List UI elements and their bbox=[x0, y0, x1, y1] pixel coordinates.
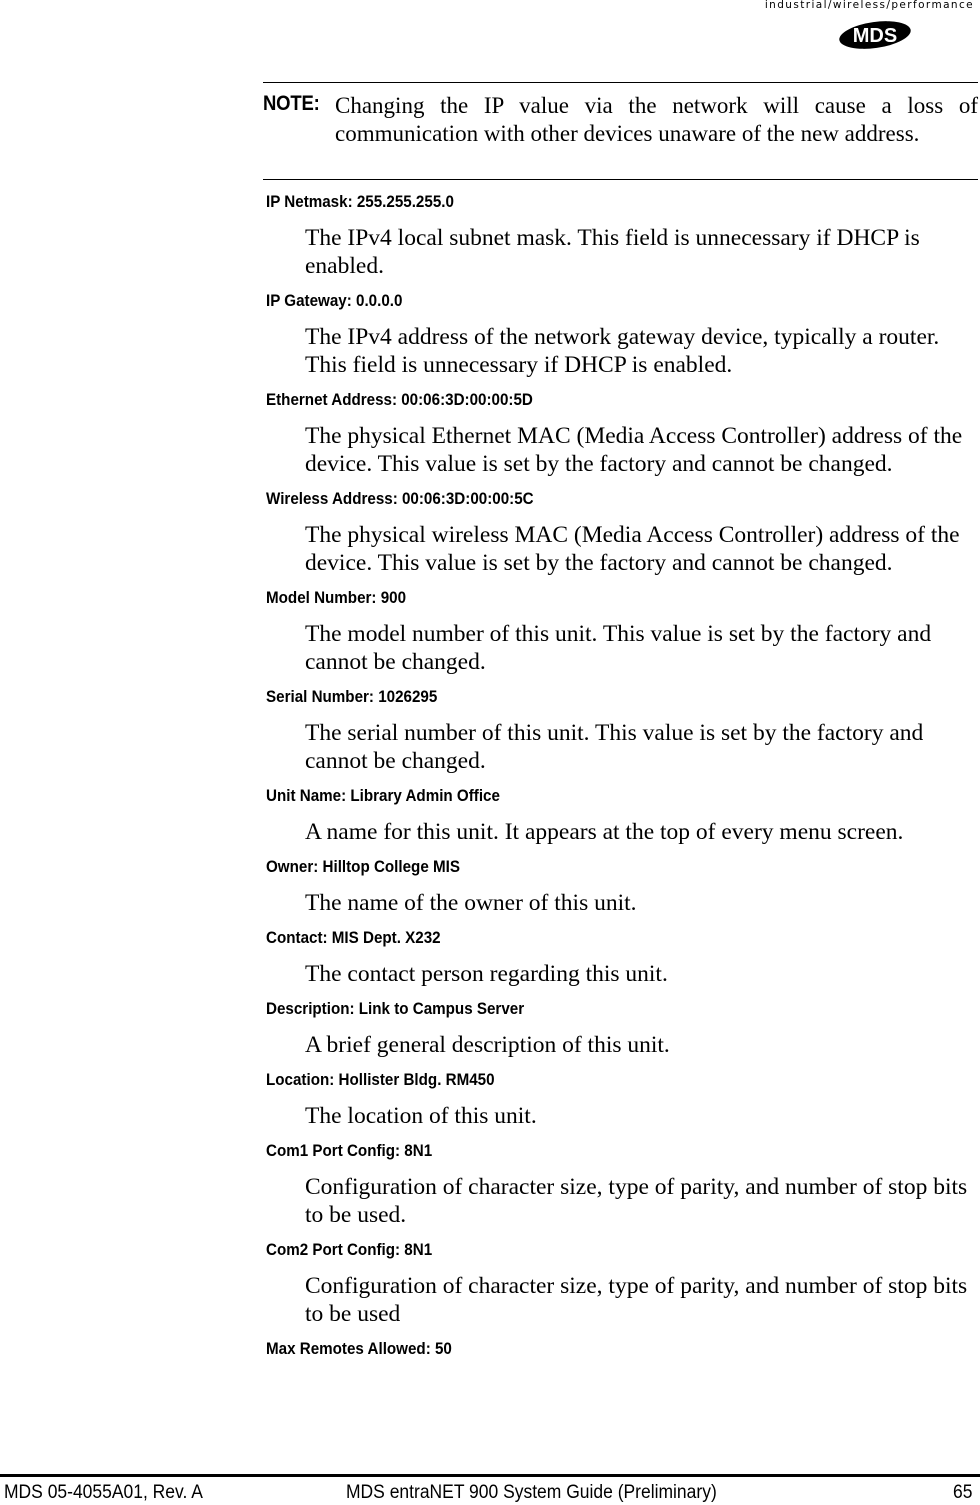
field-description: The model number of this unit. This valu… bbox=[305, 621, 932, 675]
note-text: Changing the IP value via the network wi… bbox=[335, 93, 978, 146]
field-heading: IP Gateway: 0.0.0.0 bbox=[266, 292, 403, 310]
field-heading: Com2 Port Config: 8N1 bbox=[266, 1241, 433, 1259]
footer-title: MDS entraNET 900 System Guide (Prelimina… bbox=[346, 1482, 717, 1503]
field-com1-port-config: Com1 Port Config: 8N1 Configuration of c… bbox=[266, 1140, 978, 1229]
field-location: Location: Hollister Bldg. RM450 The loca… bbox=[266, 1069, 978, 1130]
field-model-number: Model Number: 900 The model number of th… bbox=[266, 587, 978, 676]
field-heading: Owner: Hilltop College MIS bbox=[266, 858, 460, 876]
field-description: The location of this unit. bbox=[305, 1103, 537, 1129]
field-heading: Wireless Address: 00:06:3D:00:00:5C bbox=[266, 490, 534, 508]
field-heading: IP Netmask: 255.255.255.0 bbox=[266, 193, 454, 211]
field-unit-name: Unit Name: Library Admin Office A name f… bbox=[266, 785, 978, 846]
field-description: The name of the owner of this unit. bbox=[305, 890, 637, 916]
field-description: The IPv4 address of the network gateway … bbox=[305, 324, 940, 378]
field-description: The contact person regarding this unit. bbox=[305, 961, 668, 987]
field-owner: Owner: Hilltop College MIS The name of t… bbox=[266, 856, 978, 917]
field-heading: Ethernet Address: 00:06:3D:00:00:5D bbox=[266, 391, 533, 409]
field-com2-port-config: Com2 Port Config: 8N1 Configuration of c… bbox=[266, 1239, 978, 1328]
field-heading: Location: Hollister Bldg. RM450 bbox=[266, 1071, 495, 1089]
field-ip-netmask: IP Netmask: 255.255.255.0 The IPv4 local… bbox=[266, 191, 978, 280]
field-description: Configuration of character size, type of… bbox=[305, 1174, 968, 1228]
note-label: NOTE: bbox=[263, 92, 320, 115]
field-serial-number: Serial Number: 1026295 The serial number… bbox=[266, 686, 978, 775]
field-heading: Serial Number: 1026295 bbox=[266, 688, 438, 706]
brand-tagline: industrial/wireless/performance bbox=[764, 0, 974, 11]
field-description: Configuration of character size, type of… bbox=[305, 1273, 968, 1327]
field-heading: Unit Name: Library Admin Office bbox=[266, 787, 500, 805]
field-contact: Contact: MIS Dept. X232 The contact pers… bbox=[266, 927, 978, 988]
field-description: A name for this unit. It appears at the … bbox=[305, 819, 904, 845]
footer-page-number: 65 bbox=[953, 1482, 973, 1503]
field-ethernet-address: Ethernet Address: 00:06:3D:00:00:5D The … bbox=[266, 389, 978, 478]
field-heading: Com1 Port Config: 8N1 bbox=[266, 1142, 433, 1160]
logo-text: MDS bbox=[853, 25, 897, 47]
field-description: Description: Link to Campus Server A bri… bbox=[266, 998, 978, 1059]
field-heading: Max Remotes Allowed: 50 bbox=[266, 1340, 452, 1358]
field-list: IP Netmask: 255.255.255.0 The IPv4 local… bbox=[266, 191, 978, 1363]
field-description: The IPv4 local subnet mask. This field i… bbox=[305, 225, 920, 279]
field-ip-gateway: IP Gateway: 0.0.0.0 The IPv4 address of … bbox=[266, 290, 978, 379]
note-top-rule bbox=[263, 82, 978, 83]
field-description: The serial number of this unit. This val… bbox=[305, 720, 924, 774]
field-heading: Description: Link to Campus Server bbox=[266, 1000, 525, 1018]
field-heading: Contact: MIS Dept. X232 bbox=[266, 929, 441, 947]
field-description: The physical wireless MAC (Media Access … bbox=[305, 522, 960, 576]
footer-rule bbox=[0, 1474, 980, 1477]
footer-doc-number: MDS 05-4055A01, Rev. A bbox=[4, 1482, 203, 1503]
field-description: A brief general description of this unit… bbox=[305, 1032, 670, 1058]
field-max-remotes-allowed: Max Remotes Allowed: 50 bbox=[266, 1338, 978, 1363]
field-heading: Model Number: 900 bbox=[266, 589, 407, 607]
mds-logo-icon: MDS bbox=[839, 21, 911, 49]
field-wireless-address: Wireless Address: 00:06:3D:00:00:5C The … bbox=[266, 488, 978, 577]
field-description: The physical Ethernet MAC (Media Access … bbox=[305, 423, 963, 477]
note-bottom-rule bbox=[263, 179, 978, 180]
